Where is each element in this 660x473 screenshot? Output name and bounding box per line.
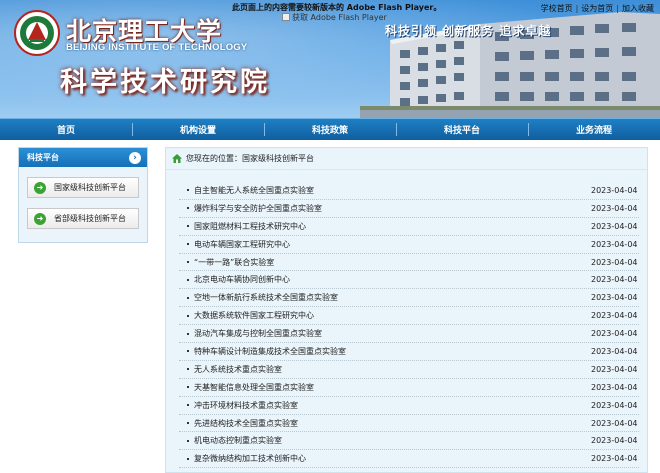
link-set-homepage[interactable]: 设为首页	[581, 4, 613, 13]
list-item-date: 2023-04-04	[591, 275, 638, 285]
list-item-title[interactable]: 先进结构技术全国重点实验室	[194, 418, 591, 429]
school-name-en: BEIJING INSTITUTE OF TECHNOLOGY	[66, 42, 248, 53]
list-item[interactable]: 爆炸科学与安全防护全国重点实验室 2023-04-04	[179, 200, 639, 218]
list-item-date: 2023-04-04	[591, 436, 638, 446]
bullet-icon	[187, 207, 189, 210]
list-item-date: 2023-04-04	[591, 382, 638, 392]
bullet-icon	[187, 422, 189, 425]
list-item-date: 2023-04-04	[591, 364, 638, 374]
list-item-title[interactable]: 北京电动车辆协同创新中心	[194, 274, 591, 285]
list-item[interactable]: 无人系统技术重点实验室 2023-04-04	[179, 361, 639, 379]
separator: |	[616, 4, 619, 13]
site-banner: 北京理工大学 BEIJING INSTITUTE OF TECHNOLOGY 科…	[0, 0, 660, 118]
list-item-title[interactable]: 爆炸科学与安全防护全国重点实验室	[194, 203, 591, 214]
list-item-date: 2023-04-04	[591, 239, 638, 249]
arrow-right-circle-icon: ➜	[34, 212, 46, 225]
list-item-title[interactable]: 冲击环境材料技术重点实验室	[194, 400, 591, 411]
list-item[interactable]: 天基智能信息处理全国重点实验室 2023-04-04	[179, 379, 639, 397]
department-title: 科学技术研究院	[60, 67, 270, 98]
list-item[interactable]: 特种车辆设计制造集成技术全国重点实验室 2023-04-04	[179, 343, 639, 361]
bullet-icon	[187, 368, 189, 371]
bullet-icon	[187, 457, 189, 460]
sidebar: 科技平台 › ➜ 国家级科技创新平台 ➜ 省部级科技创新平台	[18, 147, 148, 243]
bullet-icon	[187, 278, 189, 281]
bullet-icon	[187, 243, 189, 246]
list-item[interactable]: 混动汽车集成与控制全国重点实验室 2023-04-04	[179, 325, 639, 344]
platform-list: 自主智能无人系统全国重点实验室 2023-04-04 爆炸科学与安全防护全国重点实验…	[179, 182, 639, 469]
sidebar-item-national-platform[interactable]: ➜ 国家级科技创新平台	[27, 177, 139, 198]
list-item-date: 2023-04-04	[591, 418, 638, 428]
sidebar-header: 科技平台 ›	[19, 148, 147, 167]
sidebar-title: 科技平台	[27, 153, 59, 162]
list-item[interactable]: 冲击环境材料技术重点实验室 2023-04-04	[179, 397, 639, 415]
nav-item-home[interactable]: 首页	[0, 119, 132, 140]
list-item[interactable]: 自主智能无人系统全国重点实验室 2023-04-04	[179, 182, 639, 200]
list-item[interactable]: 先进结构技术全国重点实验室 2023-04-04	[179, 415, 639, 433]
list-item-date: 2023-04-04	[591, 400, 638, 410]
list-item[interactable]: 复杂微纳结构加工技术创新中心 2023-04-04	[179, 450, 639, 469]
list-item-date: 2023-04-04	[591, 346, 638, 356]
sidebar-item-label: 国家级科技创新平台	[54, 183, 126, 192]
flash-player-alt-text: 获取 Adobe Flash Player	[292, 13, 387, 22]
list-item[interactable]: 大数据系统软件国家工程研究中心 2023-04-04	[179, 307, 639, 326]
bullet-icon	[187, 386, 189, 389]
top-links: 学校首页 | 设为首页 | 加入收藏	[541, 3, 654, 14]
bullet-icon	[187, 404, 189, 407]
list-item-title[interactable]: 特种车辆设计制造集成技术全国重点实验室	[194, 346, 591, 357]
list-item[interactable]: 电动车辆国家工程研究中心 2023-04-04	[179, 236, 639, 254]
list-item-date: 2023-04-04	[591, 311, 638, 321]
bullet-icon	[187, 296, 189, 299]
link-add-favorite[interactable]: 加入收藏	[622, 4, 654, 13]
arrow-right-circle-icon: ➜	[34, 181, 46, 194]
broken-image-icon	[282, 13, 290, 21]
home-icon	[172, 154, 182, 163]
list-item-title[interactable]: 国家阻燃材料工程技术研究中心	[194, 221, 591, 232]
sidebar-item-provincial-platform[interactable]: ➜ 省部级科技创新平台	[27, 208, 139, 229]
main-nav: 首页 机构设置 科技政策 科技平台 业务流程	[0, 118, 660, 140]
list-item[interactable]: 空地一体新航行系统技术全国重点实验室 2023-04-04	[179, 289, 639, 308]
list-item-title[interactable]: 复杂微纳结构加工技术创新中心	[194, 453, 591, 464]
bullet-icon	[187, 332, 189, 335]
bit-logo-icon	[14, 10, 60, 56]
list-item-title[interactable]: 混动汽车集成与控制全国重点实验室	[194, 328, 591, 339]
breadcrumb-text: 您现在的位置：国家级科技创新平台	[186, 154, 314, 163]
list-item-title[interactable]: 自主智能无人系统全国重点实验室	[194, 185, 591, 196]
list-item-title[interactable]: 机电动态控制重点实验室	[194, 435, 591, 446]
bullet-icon	[187, 225, 189, 228]
list-item-date: 2023-04-04	[591, 203, 638, 213]
list-item-title[interactable]: “一带一路”联合实验室	[194, 257, 591, 268]
slogan: 科技引领 创新服务 追求卓越	[385, 24, 552, 38]
list-item-date: 2023-04-04	[591, 454, 638, 464]
chevron-right-icon[interactable]: ›	[129, 151, 141, 164]
bullet-icon	[187, 261, 189, 263]
list-item-date: 2023-04-04	[591, 293, 638, 303]
separator: |	[575, 4, 579, 13]
list-item[interactable]: 国家阻燃材料工程技术研究中心 2023-04-04	[179, 218, 639, 236]
list-item[interactable]: 北京电动车辆协同创新中心 2023-04-04	[179, 271, 639, 290]
list-item-title[interactable]: 电动车辆国家工程研究中心	[194, 239, 591, 250]
bullet-icon	[187, 189, 189, 192]
list-item-title[interactable]: 无人系统技术重点实验室	[194, 364, 591, 375]
bullet-icon	[187, 439, 189, 442]
nav-item-platform[interactable]: 科技平台	[396, 119, 528, 140]
nav-item-policy[interactable]: 科技政策	[264, 119, 396, 140]
list-item-title[interactable]: 天基智能信息处理全国重点实验室	[194, 382, 591, 393]
list-item-title[interactable]: 空地一体新航行系统技术全国重点实验室	[194, 292, 591, 303]
content-panel: 您现在的位置：国家级科技创新平台 自主智能无人系统全国重点实验室 2023-04-…	[165, 147, 648, 473]
bullet-icon	[187, 350, 189, 353]
bullet-icon	[187, 314, 189, 317]
list-item-date: 2023-04-04	[591, 185, 638, 195]
breadcrumb: 您现在的位置：国家级科技创新平台	[166, 148, 647, 170]
list-item-date: 2023-04-04	[591, 221, 638, 231]
nav-item-organization[interactable]: 机构设置	[132, 119, 264, 140]
list-item-title[interactable]: 大数据系统软件国家工程研究中心	[194, 310, 591, 321]
nav-item-process[interactable]: 业务流程	[528, 119, 660, 140]
flash-player-link[interactable]: 获取 Adobe Flash Player	[282, 12, 387, 23]
list-item-date: 2023-04-04	[591, 257, 638, 267]
sidebar-item-label: 省部级科技创新平台	[54, 214, 126, 223]
link-school-home[interactable]: 学校首页	[541, 4, 573, 13]
list-item-date: 2023-04-04	[591, 329, 638, 339]
list-item[interactable]: 机电动态控制重点实验室 2023-04-04	[179, 432, 639, 451]
list-item[interactable]: “一带一路”联合实验室 2023-04-04	[179, 254, 639, 272]
